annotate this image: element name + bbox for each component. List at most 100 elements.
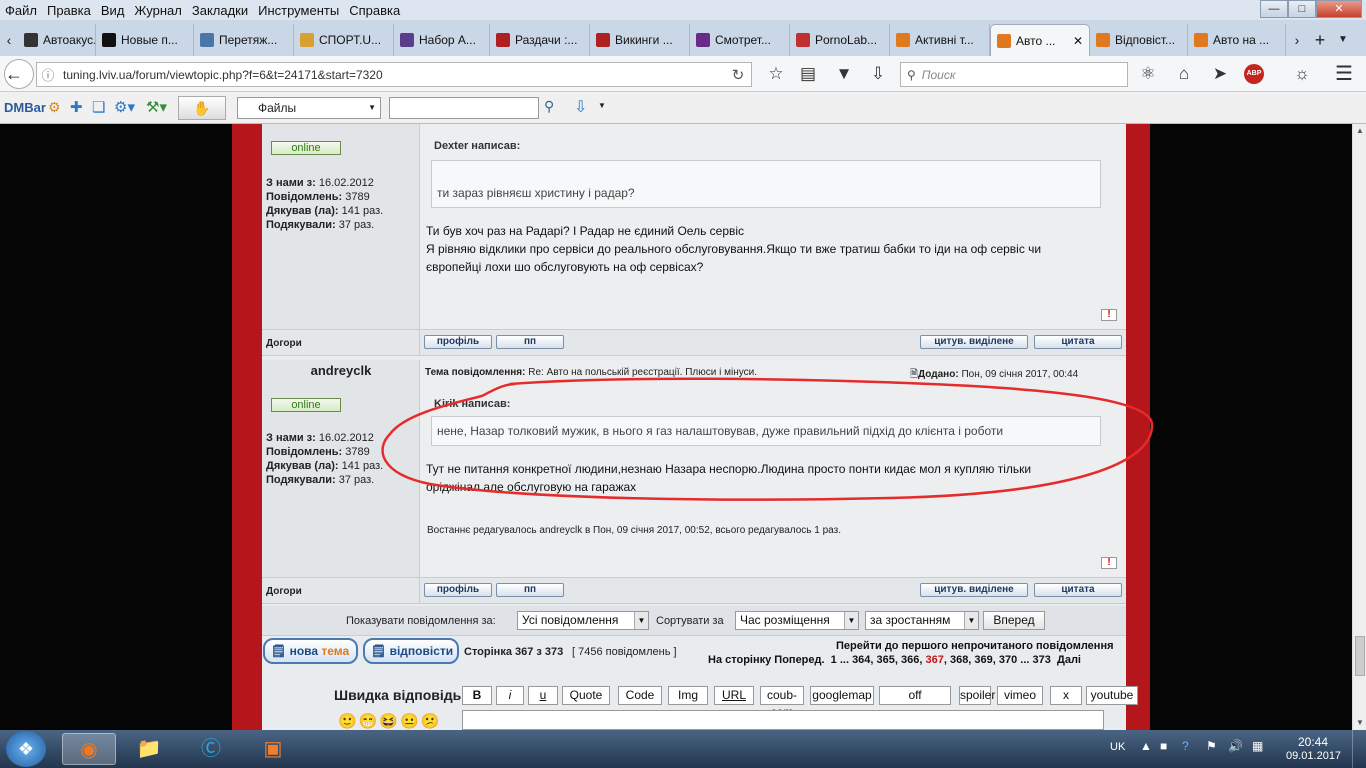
- tab-6[interactable]: Викинги ...: [590, 24, 690, 56]
- volume-icon[interactable]: 🔊: [1228, 739, 1243, 753]
- menu-file[interactable]: Файл: [0, 3, 42, 18]
- quote-selected-button[interactable]: цитув. виділене: [920, 583, 1028, 597]
- close-window-button[interactable]: ✕: [1316, 0, 1362, 18]
- search-input[interactable]: ⚲ Поиск: [900, 62, 1128, 87]
- minimize-button[interactable]: —: [1260, 0, 1288, 18]
- sort-select[interactable]: Час розміщення ▼: [735, 611, 859, 630]
- quote-selected-button[interactable]: цитув. виділене: [920, 335, 1028, 349]
- tab-10[interactable]: Авто ... ✕: [990, 24, 1090, 56]
- profile-button[interactable]: профіль: [424, 583, 492, 597]
- tab-scroll-right-icon[interactable]: ›: [1286, 24, 1308, 56]
- first-unread-link[interactable]: Перейти до першого непрочитаного повідом…: [836, 640, 1114, 652]
- tab-2[interactable]: Перетяж...: [194, 24, 294, 56]
- tab-7[interactable]: Смотрет...: [690, 24, 790, 56]
- chevron-down-icon[interactable]: ▼: [598, 101, 606, 110]
- bbcode-coub-com-button[interactable]: coub-com: [760, 686, 804, 719]
- menu-tools[interactable]: Инструменты: [253, 3, 344, 18]
- pm-button[interactable]: пп: [496, 583, 564, 597]
- adblock-icon[interactable]: ABP: [1244, 64, 1264, 84]
- back-arrow-icon[interactable]: ←: [4, 59, 34, 89]
- back-to-top-link[interactable]: Догори: [266, 338, 302, 349]
- firefox-taskbar-icon[interactable]: ◉: [62, 733, 116, 765]
- settings-dropdown-icon[interactable]: ⚙▾: [114, 98, 135, 116]
- go-button[interactable]: Вперед: [983, 611, 1045, 630]
- scroll-down-arrow-icon[interactable]: ▼: [1353, 716, 1366, 730]
- tab-5[interactable]: Раздачи :...: [490, 24, 590, 56]
- explorer-taskbar-icon[interactable]: 📁: [122, 733, 176, 765]
- quote-button[interactable]: цитата: [1034, 335, 1122, 349]
- home-icon[interactable]: ⌂: [1172, 62, 1196, 86]
- send-icon[interactable]: ➤: [1208, 62, 1232, 86]
- search-icon[interactable]: ⚲: [544, 98, 554, 115]
- close-tab-icon[interactable]: ✕: [1073, 34, 1083, 48]
- pocket-icon[interactable]: ▼: [832, 62, 856, 86]
- back-to-top-link[interactable]: Догори: [266, 586, 302, 597]
- help-tray-icon[interactable]: ?: [1182, 739, 1189, 753]
- tab-list-menu-icon[interactable]: ▼: [1332, 24, 1354, 56]
- new-topic-button[interactable]: 🗒 нова тема: [263, 638, 358, 664]
- download-dropdown-icon[interactable]: ⇩: [574, 97, 587, 117]
- menu-history[interactable]: Журнал: [129, 3, 186, 18]
- tab-8[interactable]: PornoLab...: [790, 24, 890, 56]
- network-icon[interactable]: ▦: [1252, 739, 1263, 753]
- dmbar-search-input[interactable]: [389, 97, 539, 119]
- tools-dropdown-icon[interactable]: ⚒▾: [146, 98, 167, 116]
- bbcode-quote-button[interactable]: Quote: [562, 686, 610, 705]
- bbcode-youtube-button[interactable]: youtube: [1086, 686, 1138, 705]
- maximize-button[interactable]: □: [1288, 0, 1316, 18]
- clock-time[interactable]: 20:44: [1298, 735, 1328, 749]
- menu-help[interactable]: Справка: [344, 3, 405, 18]
- globe-icon[interactable]: ☼: [1290, 62, 1314, 86]
- addon-icon[interactable]: ⚛: [1136, 62, 1160, 86]
- app-taskbar-icon[interactable]: ▣: [246, 733, 300, 765]
- smiley-icons[interactable]: 🙂😁😆😐😕: [338, 712, 441, 730]
- bbcode-vimeo-button[interactable]: vimeo: [997, 686, 1043, 705]
- show-desktop-button[interactable]: [1352, 730, 1366, 768]
- clock-date[interactable]: 09.01.2017: [1286, 750, 1341, 762]
- bbcode-googlemap-button[interactable]: googlemap: [810, 686, 874, 705]
- page-links[interactable]: На сторінку Поперед. 1 ... 364, 365, 366…: [708, 654, 1081, 666]
- start-button[interactable]: ❖: [6, 731, 46, 767]
- reader-list-icon[interactable]: ▤: [796, 62, 820, 86]
- url-bar[interactable]: ⓘ tuning.lviv.ua/forum/viewtopic.php?f=6…: [36, 62, 752, 87]
- profile-button[interactable]: профіль: [424, 335, 492, 349]
- menu-bookmarks[interactable]: Закладки: [187, 3, 253, 18]
- tab-9[interactable]: Активні т...: [890, 24, 990, 56]
- order-select[interactable]: за зростанням ▼: [865, 611, 979, 630]
- report-icon[interactable]: !: [1101, 557, 1117, 569]
- skype-taskbar-icon[interactable]: Ⓒ: [184, 733, 238, 765]
- tab-4[interactable]: Набор A...: [394, 24, 490, 56]
- report-icon[interactable]: !: [1101, 309, 1117, 321]
- info-icon[interactable]: ⓘ: [37, 65, 59, 84]
- bbcode-off-button[interactable]: off: [879, 686, 951, 705]
- tab-12[interactable]: Авто на ...: [1188, 24, 1286, 56]
- menu-view[interactable]: Вид: [96, 3, 130, 18]
- bbcode-x-button[interactable]: x: [1050, 686, 1082, 705]
- tab-scroll-left-icon[interactable]: ‹: [0, 24, 18, 56]
- files-dropdown[interactable]: Файлы ▼: [237, 97, 381, 119]
- show-hidden-icons-icon[interactable]: ▲: [1140, 739, 1152, 753]
- pm-button[interactable]: пп: [496, 335, 564, 349]
- bbcode-url-button[interactable]: URL: [714, 686, 754, 705]
- windows-icon[interactable]: ❏: [92, 98, 105, 116]
- bbcode-img-button[interactable]: Img: [668, 686, 708, 705]
- bbcode-i-button[interactable]: i: [496, 686, 524, 705]
- reload-icon[interactable]: ↻: [725, 66, 751, 84]
- scroll-up-arrow-icon[interactable]: ▲: [1353, 124, 1366, 138]
- page-scrollbar[interactable]: ▲ ▼: [1352, 124, 1366, 730]
- menu-edit[interactable]: Правка: [42, 3, 96, 18]
- hamburger-menu-icon[interactable]: ☰: [1332, 62, 1356, 86]
- show-select[interactable]: Усі повідомлення ▼: [517, 611, 649, 630]
- download-icon[interactable]: ⇩: [866, 62, 890, 86]
- scrollbar-thumb[interactable]: [1355, 636, 1365, 676]
- quick-reply-textarea[interactable]: [462, 710, 1104, 730]
- bbcode-spoiler-button[interactable]: spoiler: [959, 686, 995, 705]
- hand-icon[interactable]: ✋: [178, 96, 226, 120]
- dm-tool-icon[interactable]: ⚙: [48, 99, 61, 116]
- bookmark-star-icon[interactable]: ☆: [764, 62, 788, 86]
- reply-button[interactable]: 🗒 відповісти: [363, 638, 459, 664]
- add-icon[interactable]: ✚: [70, 98, 83, 116]
- tab-3[interactable]: СПОРТ.U...: [294, 24, 394, 56]
- tray-app-icon[interactable]: ■: [1160, 739, 1167, 753]
- quote-button[interactable]: цитата: [1034, 583, 1122, 597]
